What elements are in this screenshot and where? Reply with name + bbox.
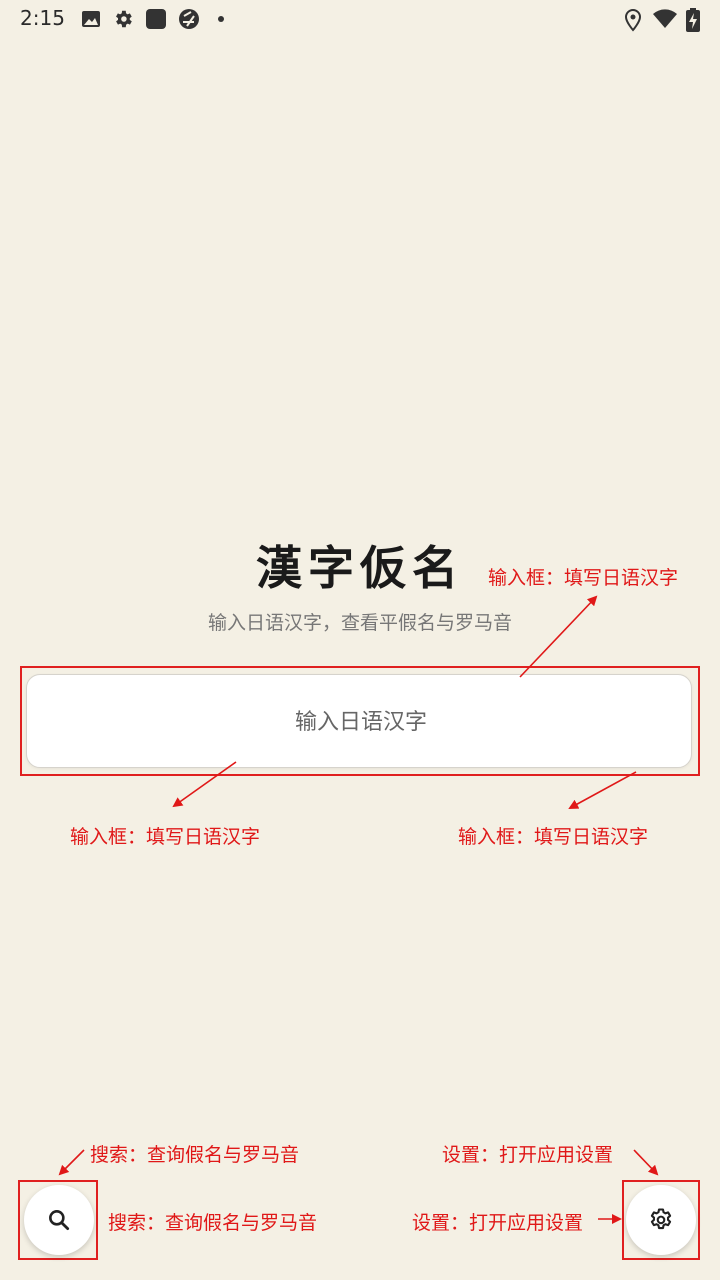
settings-button[interactable]	[626, 1185, 696, 1255]
kanji-input-container	[26, 674, 695, 769]
arrow-settings-top	[633, 1149, 659, 1176]
annotation-settings-side: 设置：打开应用设置	[412, 1212, 584, 1234]
search-button[interactable]	[24, 1185, 94, 1255]
battery-charging-icon	[686, 8, 700, 32]
status-bar: 2:15	[0, 0, 720, 38]
wifi-icon	[653, 9, 677, 28]
page-subtitle: 输入日语汉字，查看平假名与罗马音	[207, 612, 512, 634]
gear-icon	[650, 1208, 672, 1230]
annotation-search-top: 搜索：查询假名与罗马音	[90, 1144, 300, 1166]
arrow-input-bottom-right	[568, 771, 637, 809]
annotation-arrows	[58, 595, 659, 1224]
sync-icon	[179, 9, 199, 29]
annotation-input-bottom-left: 输入框：填写日语汉字	[70, 826, 261, 848]
annotation-input-bottom-right: 输入框：填写日语汉字	[458, 826, 649, 848]
location-icon	[624, 8, 642, 32]
app-square-icon	[146, 9, 166, 29]
gear-icon	[116, 10, 132, 28]
status-time: 2:15	[20, 6, 65, 30]
annotation-search-side: 搜索：查询假名与罗马音	[108, 1212, 318, 1234]
search-icon	[49, 1210, 70, 1231]
arrow-search-top	[58, 1149, 85, 1176]
kanji-input[interactable]	[27, 675, 695, 769]
annotation-settings-top: 设置：打开应用设置	[442, 1144, 614, 1166]
annotation-input-top-right: 输入框：填写日语汉字	[488, 567, 679, 589]
dot-icon	[218, 16, 224, 22]
image-icon	[82, 11, 100, 27]
